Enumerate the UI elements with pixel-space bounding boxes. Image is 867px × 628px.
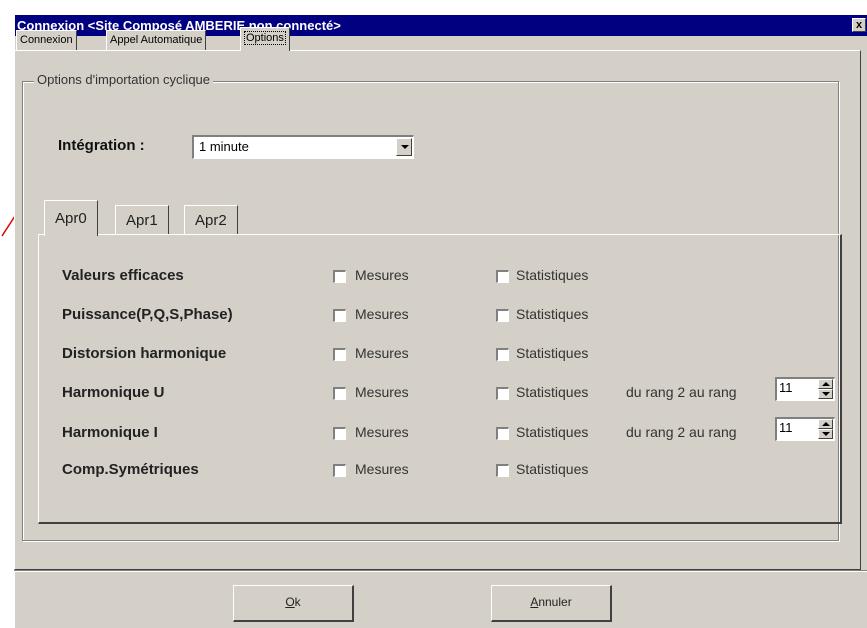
integration-value: 1 minute (199, 139, 249, 154)
range-label: du rang 2 au rang (626, 384, 737, 400)
tab-apr2-label: Apr2 (195, 212, 227, 229)
row-label: Valeurs efficaces (62, 267, 184, 284)
mesures-checkbox[interactable] (333, 270, 346, 283)
statistiques-checkbox[interactable] (496, 387, 509, 400)
rank-spinner-i[interactable]: 11 (775, 417, 835, 441)
tab-apr0[interactable]: Apr0 (44, 200, 98, 236)
chevron-down-icon[interactable] (396, 138, 412, 156)
statistiques-label: Statistiques (516, 424, 589, 440)
mesures-checkbox[interactable] (333, 387, 346, 400)
statistiques-label: Statistiques (516, 461, 589, 477)
tab-appel-automatique[interactable]: Appel Automatique (106, 30, 207, 50)
statistiques-checkbox[interactable] (496, 309, 509, 322)
tab-apr1-label: Apr1 (126, 212, 158, 229)
footer-divider (14, 570, 867, 572)
cancel-button[interactable]: Annuler (491, 585, 612, 622)
mesures-label: Mesures (355, 424, 409, 440)
row-label: Harmonique U (62, 384, 165, 401)
rank-spinner-u[interactable]: 11 (775, 377, 835, 401)
mesures-label: Mesures (355, 267, 409, 283)
spin-up-icon[interactable] (818, 419, 833, 429)
tab-apr1[interactable]: Apr1 (115, 205, 169, 235)
ok-mnemonic: O (285, 595, 295, 609)
statistiques-label: Statistiques (516, 306, 589, 322)
statistiques-label: Statistiques (516, 345, 589, 361)
mesures-label: Mesures (355, 461, 409, 477)
range-label: du rang 2 au rang (626, 424, 737, 440)
statistiques-checkbox[interactable] (496, 348, 509, 361)
ok-label-rest: k (294, 595, 301, 609)
tab-appel-automatique-label: Appel Automatique (110, 34, 203, 46)
tab-connexion[interactable]: Connexion (16, 30, 77, 50)
mesures-checkbox[interactable] (333, 464, 346, 477)
row-label: Distorsion harmonique (62, 345, 227, 362)
mesures-checkbox[interactable] (333, 309, 346, 322)
statistiques-checkbox[interactable] (496, 270, 509, 283)
statistiques-checkbox[interactable] (496, 427, 509, 440)
statistiques-label: Statistiques (516, 267, 589, 283)
spin-down-icon[interactable] (818, 429, 833, 439)
tab-connexion-label: Connexion (20, 34, 73, 46)
integration-select[interactable]: 1 minute (192, 135, 414, 159)
rank-value: 11 (779, 380, 793, 395)
mesures-label: Mesures (355, 345, 409, 361)
close-button[interactable]: x (852, 18, 866, 32)
mesures-checkbox[interactable] (333, 427, 346, 440)
close-icon: x (855, 19, 863, 31)
row-label: Comp.Symétriques (62, 461, 199, 478)
statistiques-checkbox[interactable] (496, 464, 509, 477)
row-label: Puissance(P,Q,S,Phase) (62, 306, 233, 323)
row-label: Harmonique I (62, 424, 158, 441)
rank-value: 11 (779, 420, 793, 435)
tab-apr2[interactable]: Apr2 (184, 205, 238, 235)
mesures-label: Mesures (355, 384, 409, 400)
tab-apr0-label: Apr0 (55, 210, 87, 227)
spin-up-icon[interactable] (818, 379, 833, 389)
spin-down-icon[interactable] (818, 389, 833, 399)
ok-button[interactable]: Ok (233, 585, 354, 622)
mesures-checkbox[interactable] (333, 348, 346, 361)
cancel-label-rest: nnuler (538, 595, 572, 609)
tab-options[interactable]: Options (240, 27, 290, 51)
mesures-label: Mesures (355, 306, 409, 322)
integration-label: Intégration : (58, 137, 145, 154)
group-legend: Options d'importation cyclique (34, 72, 214, 87)
statistiques-label: Statistiques (516, 384, 589, 400)
tab-options-label: Options (244, 31, 286, 45)
